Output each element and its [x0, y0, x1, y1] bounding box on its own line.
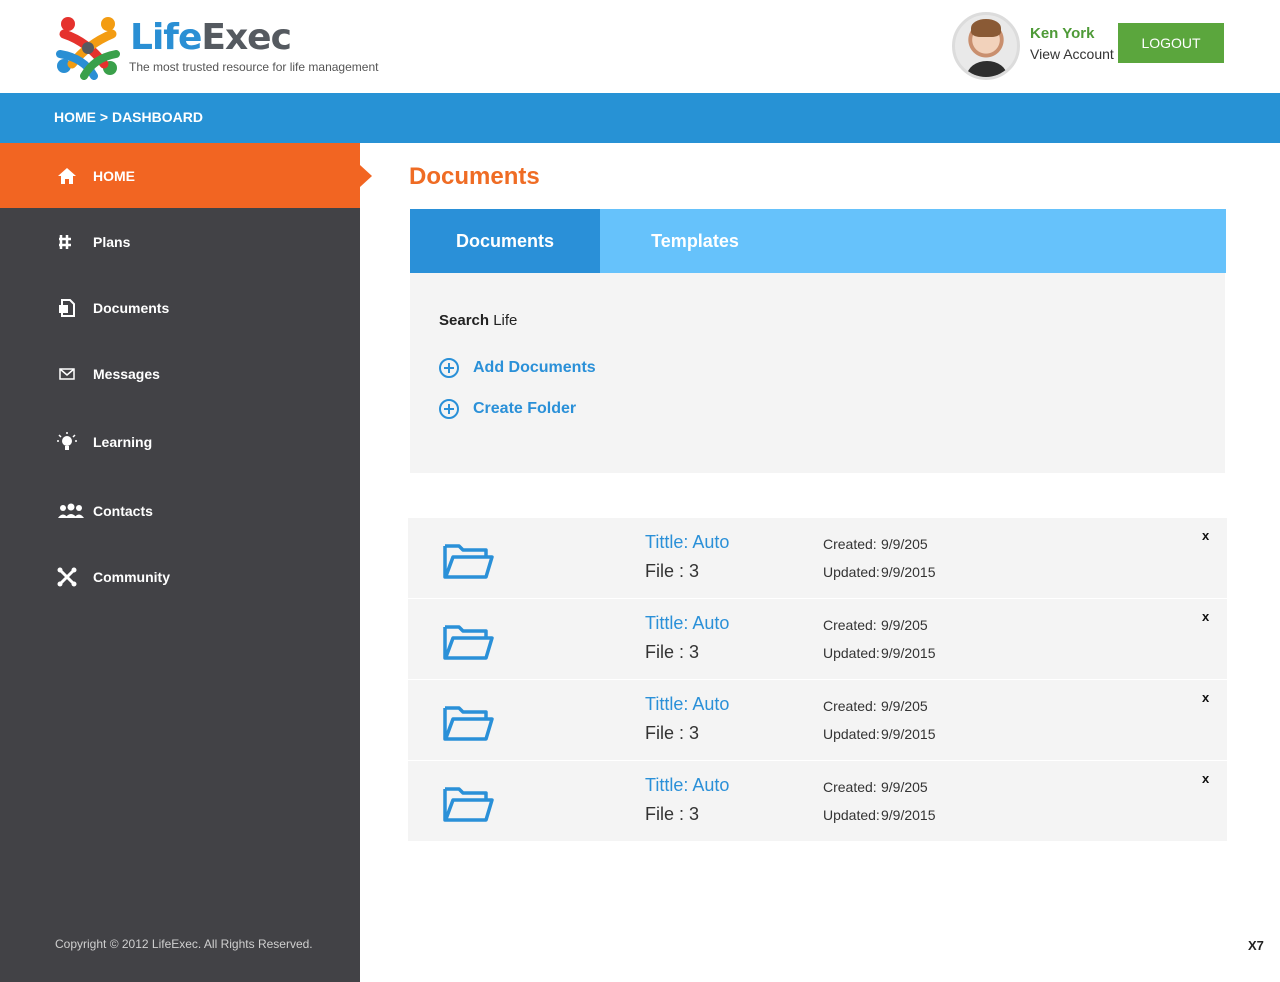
document-file-count: File : 3: [645, 804, 700, 824]
logout-button[interactable]: LOGOUT: [1118, 23, 1224, 63]
breadcrumb[interactable]: HOME > DASHBOARD: [54, 109, 203, 125]
sidebar-item-community[interactable]: Community: [0, 544, 360, 610]
updated-label: Updated:: [823, 726, 880, 742]
sidebar-item-messages[interactable]: Messages: [0, 341, 360, 407]
updated-label: Updated:: [823, 807, 880, 823]
page: LifeExec The most trusted resource for l…: [0, 0, 1280, 982]
sidebar-item-label: Contacts: [93, 503, 153, 519]
created-date: 9/9/205: [881, 536, 928, 552]
header: LifeExec The most trusted resource for l…: [0, 0, 1280, 93]
search-label-rest: Life: [489, 312, 518, 329]
updated-date: 9/9/2015: [881, 564, 936, 580]
home-icon: [56, 165, 78, 187]
create-folder-button[interactable]: Create Folder: [439, 398, 576, 420]
folder-open-icon: [443, 706, 494, 741]
logo-wordmark[interactable]: LifeExec: [130, 16, 292, 60]
sidebar-item-label: Messages: [93, 366, 160, 382]
document-file-count: File : 3: [645, 561, 700, 581]
logo-icon: [56, 17, 120, 80]
sidebar-item-label: Community: [93, 569, 170, 585]
close-icon[interactable]: x: [1202, 771, 1209, 786]
avatar[interactable]: [952, 12, 1020, 80]
community-icon: [56, 566, 78, 588]
created-date: 9/9/205: [881, 779, 928, 795]
plus-circle-icon: [439, 399, 459, 419]
document-title[interactable]: Tittle: Auto: [645, 532, 729, 553]
tagline: The most trusted resource for life manag…: [129, 60, 379, 74]
created-meta: Created: 9/9/205: [823, 779, 928, 795]
lightbulb-icon: [56, 431, 78, 453]
documents-panel: Search Life Add Documents Create Folder: [410, 273, 1225, 473]
logo-part-exec: Exec: [201, 17, 292, 58]
user-name[interactable]: Ken York: [1030, 25, 1094, 42]
list-item[interactable]: Tittle: Auto File : 3 Created: 9/9/205 Up…: [408, 518, 1227, 598]
page-title: Documents: [409, 163, 540, 190]
document-title[interactable]: Tittle: Auto: [645, 694, 729, 715]
created-meta: Created: 9/9/205: [823, 617, 928, 633]
breadcrumb-bar: HOME > DASHBOARD: [0, 93, 1280, 143]
create-folder-label: Create Folder: [473, 400, 577, 417]
tab-documents[interactable]: Documents: [410, 209, 600, 280]
folder-open-icon: [443, 787, 494, 822]
created-date: 9/9/205: [881, 698, 928, 714]
documents-icon: [56, 297, 78, 319]
updated-date: 9/9/2015: [881, 645, 936, 661]
updated-date: 9/9/2015: [881, 726, 936, 742]
document-title[interactable]: Tittle: Auto: [645, 613, 729, 634]
close-icon[interactable]: x: [1202, 528, 1209, 543]
folder-open-icon: [443, 544, 494, 579]
envelope-icon: [56, 363, 78, 385]
sidebar-item-label: Learning: [93, 434, 153, 450]
sidebar: HOME Plans Documents Messages Learning C…: [0, 143, 372, 982]
add-documents-button[interactable]: Add Documents: [439, 357, 596, 379]
sidebar-item-learning[interactable]: Learning: [0, 409, 360, 475]
updated-meta: Updated: 9/9/2015: [823, 564, 936, 580]
document-file-count: File : 3: [645, 642, 700, 662]
created-meta: Created: 9/9/205: [823, 536, 928, 552]
updated-label: Updated:: [823, 645, 880, 661]
plus-circle-icon: [439, 358, 459, 378]
add-documents-label: Add Documents: [473, 359, 596, 376]
created-label: Created:: [823, 779, 877, 795]
sidebar-item-home[interactable]: HOME: [0, 143, 372, 208]
folder-open-icon: [443, 625, 494, 660]
search-label[interactable]: Search Life: [439, 312, 517, 329]
updated-label: Updated:: [823, 564, 880, 580]
tab-templates[interactable]: Templates: [600, 209, 790, 273]
list-item[interactable]: Tittle: Auto File : 3 Created: 9/9/205 Up…: [408, 599, 1227, 679]
copyright: Copyright © 2012 LifeExec. All Rights Re…: [55, 937, 313, 951]
list-item[interactable]: Tittle: Auto File : 3 Created: 9/9/205 Up…: [408, 761, 1227, 841]
document-file-count: File : 3: [645, 723, 700, 743]
corner-label: X7: [1248, 938, 1264, 953]
sidebar-item-label: HOME: [93, 167, 135, 184]
created-label: Created:: [823, 698, 877, 714]
close-icon[interactable]: x: [1202, 690, 1209, 705]
updated-date: 9/9/2015: [881, 807, 936, 823]
tab-bar: Documents Templates: [410, 209, 1226, 280]
updated-meta: Updated: 9/9/2015: [823, 726, 936, 742]
updated-meta: Updated: 9/9/2015: [823, 645, 936, 661]
created-date: 9/9/205: [881, 617, 928, 633]
created-meta: Created: 9/9/205: [823, 698, 928, 714]
people-icon: [56, 500, 86, 522]
close-icon[interactable]: x: [1202, 609, 1209, 624]
sidebar-item-documents[interactable]: Documents: [0, 275, 360, 341]
search-label-bold: Search: [439, 312, 490, 329]
sidebar-item-label: Plans: [93, 234, 131, 250]
logo-part-life: Life: [130, 17, 202, 58]
document-list: Tittle: Auto File : 3 Created: 9/9/205 Up…: [408, 518, 1227, 842]
sidebar-item-label: Documents: [93, 300, 170, 316]
document-title[interactable]: Tittle: Auto: [645, 775, 729, 796]
list-item[interactable]: Tittle: Auto File : 3 Created: 9/9/205 Up…: [408, 680, 1227, 760]
plans-icon: [56, 231, 78, 253]
sidebar-item-plans[interactable]: Plans: [0, 209, 360, 275]
created-label: Created:: [823, 617, 877, 633]
sidebar-item-contacts[interactable]: Contacts: [0, 478, 360, 544]
updated-meta: Updated: 9/9/2015: [823, 807, 936, 823]
view-account-link[interactable]: View Account: [1030, 46, 1114, 62]
created-label: Created:: [823, 536, 877, 552]
